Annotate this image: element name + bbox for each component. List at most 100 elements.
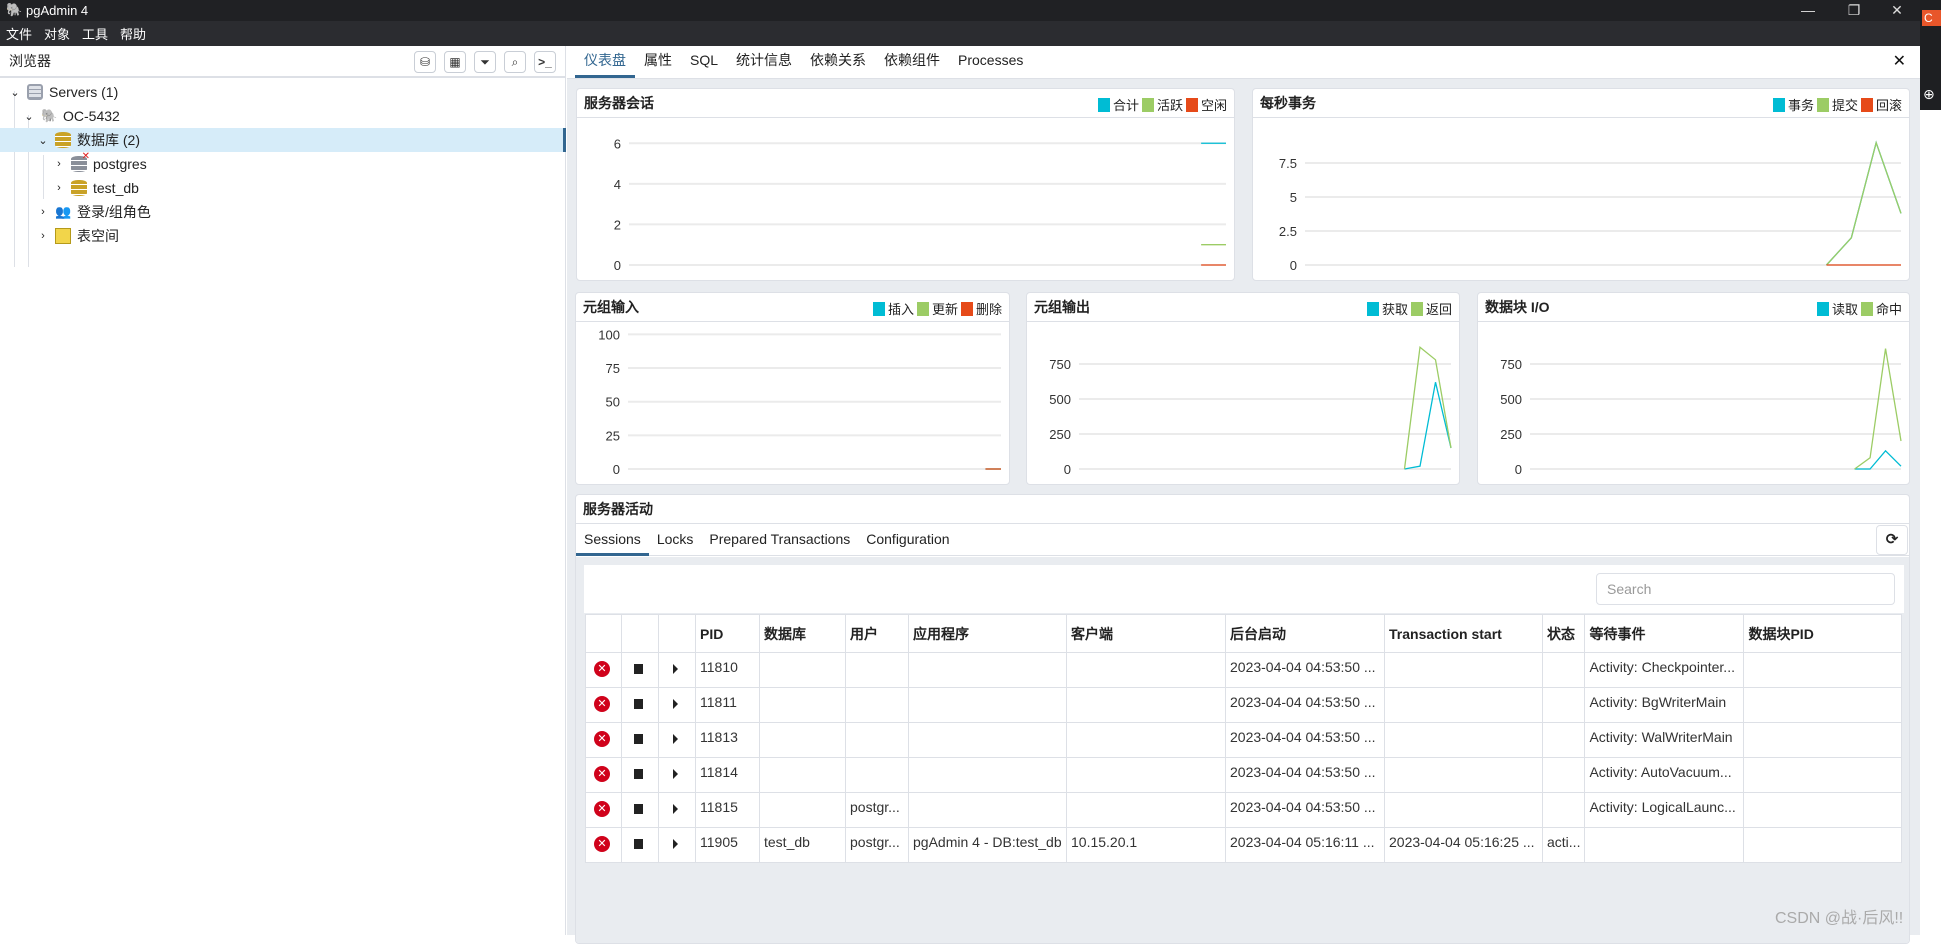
expand-row-icon[interactable]: [673, 839, 678, 849]
tree-item-tablespaces[interactable]: › 表空间: [0, 224, 566, 248]
table-cell: [845, 722, 909, 758]
y-tick-label: 0: [613, 462, 620, 477]
cancel-query-icon[interactable]: ✕: [594, 766, 610, 782]
column-header[interactable]: Transaction start: [1384, 614, 1543, 653]
chevron-right-icon[interactable]: ›: [52, 182, 66, 194]
series-line: [1826, 140, 1902, 266]
expand-row-icon[interactable]: [673, 664, 678, 674]
table-cell: postgr...: [845, 792, 909, 828]
tab-processes[interactable]: Processes: [949, 46, 1032, 79]
chevron-down-icon[interactable]: ⌄: [36, 134, 50, 147]
table-cell: [1743, 792, 1903, 828]
column-header[interactable]: [585, 614, 622, 653]
tab-prepared-transactions[interactable]: Prepared Transactions: [701, 524, 858, 556]
column-header[interactable]: 用户: [845, 614, 909, 653]
browser-panel: 浏览器 ⛁ ▦ ⏷ ⌕ >_ ⌄ Servers (1) ⌄ 🐘 OC-5432…: [0, 46, 566, 935]
column-header[interactable]: PID: [695, 614, 760, 653]
series-line: [1403, 345, 1452, 470]
psql-tool-icon[interactable]: >_: [534, 51, 556, 73]
database-disconnected-icon: ✕: [71, 151, 90, 172]
terminate-session-icon[interactable]: [634, 839, 643, 849]
tab-locks[interactable]: Locks: [649, 524, 702, 556]
legend-item: 删除: [975, 302, 1002, 317]
y-tick-label: 5: [1290, 190, 1297, 205]
title-bar: 🐘 pgAdmin 4 — ❐ ✕: [0, 0, 1920, 21]
table-cell: [1743, 827, 1903, 863]
menu-object[interactable]: 对象: [44, 24, 70, 43]
expand-row-icon[interactable]: [673, 804, 678, 814]
cancel-query-icon[interactable]: ✕: [594, 836, 610, 852]
tree-label: OC-5432: [63, 108, 120, 124]
search-input[interactable]: [1596, 573, 1895, 605]
column-header[interactable]: 客户端: [1066, 614, 1226, 653]
tree-item-servers[interactable]: ⌄ Servers (1): [0, 80, 566, 104]
chevron-down-icon[interactable]: ⌄: [8, 86, 22, 99]
y-tick-label: 750: [1500, 357, 1522, 372]
legend-item: 空闲: [1200, 98, 1227, 113]
expand-row-icon[interactable]: [673, 699, 678, 709]
chart-plot: 0 2.5 5 7.5: [1279, 140, 1902, 273]
close-window-button[interactable]: ✕: [1874, 0, 1920, 21]
table-cell: [908, 652, 1067, 688]
menu-help[interactable]: 帮助: [120, 24, 146, 43]
tab-properties[interactable]: 属性: [635, 46, 681, 79]
view-data-icon[interactable]: ▦: [444, 51, 466, 73]
table-cell: acti...: [1541, 827, 1586, 863]
column-header[interactable]: 等待事件: [1584, 614, 1745, 653]
server-activity-panel: 服务器活动 Sessions Locks Prepared Transactio…: [575, 494, 1910, 944]
activity-tabs: Sessions Locks Prepared Transactions Con…: [576, 524, 1909, 556]
minimize-button[interactable]: —: [1785, 0, 1831, 21]
cancel-query-icon[interactable]: ✕: [594, 731, 610, 747]
column-header[interactable]: 数据库: [759, 614, 846, 653]
tab-dashboard[interactable]: 仪表盘: [575, 46, 635, 79]
expand-row-icon[interactable]: [673, 734, 678, 744]
column-header[interactable]: 后台启动: [1225, 614, 1385, 653]
tab-dependencies[interactable]: 依赖关系: [801, 46, 875, 79]
tree-item-databases[interactable]: ⌄ 数据库 (2): [0, 128, 566, 152]
y-tick-label: 25: [606, 428, 620, 443]
tree-item-test-db[interactable]: › test_db: [0, 176, 566, 200]
refresh-icon[interactable]: ⟳: [1876, 525, 1908, 555]
search-objects-icon[interactable]: ⌕: [504, 51, 526, 73]
table-cell: 2023-04-04 05:16:11 ...: [1225, 827, 1385, 863]
menu-tools[interactable]: 工具: [82, 24, 108, 43]
query-tool-icon[interactable]: ⛁: [414, 51, 436, 73]
chart-plot: 0 2 4 6: [614, 136, 1226, 273]
terminate-session-icon[interactable]: [634, 664, 643, 674]
table-cell: 10.15.20.1: [1066, 827, 1226, 863]
expand-row-icon[interactable]: [673, 769, 678, 779]
filtered-rows-icon[interactable]: ⏷: [474, 51, 496, 73]
terminate-session-icon[interactable]: [634, 699, 643, 709]
tab-statistics[interactable]: 统计信息: [727, 46, 801, 79]
chevron-right-icon[interactable]: ›: [36, 230, 50, 242]
tab-sql[interactable]: SQL: [681, 46, 727, 79]
tree-item-postgres[interactable]: › ✕ postgres: [0, 151, 566, 176]
cancel-query-icon[interactable]: ✕: [594, 801, 610, 817]
terminate-session-icon[interactable]: [634, 769, 643, 779]
cancel-query-icon[interactable]: ✕: [594, 661, 610, 677]
column-header[interactable]: 状态: [1541, 614, 1586, 653]
chevron-right-icon[interactable]: ›: [52, 158, 66, 170]
column-header[interactable]: 数据块PID: [1743, 614, 1903, 653]
menu-file[interactable]: 文件: [6, 24, 32, 43]
y-tick-label: 75: [606, 361, 620, 376]
cancel-query-icon[interactable]: ✕: [594, 696, 610, 712]
y-tick-label: 6: [614, 136, 621, 151]
table-cell: [1384, 687, 1543, 723]
tree-item-server[interactable]: ⌄ 🐘 OC-5432: [0, 104, 566, 128]
maximize-button[interactable]: ❐: [1831, 0, 1877, 21]
chevron-down-icon[interactable]: ⌄: [22, 110, 36, 123]
chevron-right-icon[interactable]: ›: [36, 206, 50, 218]
tab-sessions[interactable]: Sessions: [576, 524, 649, 556]
terminate-session-icon[interactable]: [634, 804, 643, 814]
chart-legend: 获取 返回: [1364, 299, 1452, 318]
tab-configuration[interactable]: Configuration: [858, 524, 957, 556]
tab-dependents[interactable]: 依赖组件: [875, 46, 949, 79]
series-line: [1826, 140, 1902, 266]
tree-item-login-roles[interactable]: › 👥 登录/组角色: [0, 200, 566, 224]
column-header[interactable]: [658, 614, 696, 653]
close-tab-icon[interactable]: ✕: [1893, 51, 1906, 71]
column-header[interactable]: 应用程序: [908, 614, 1067, 653]
column-header[interactable]: [621, 614, 659, 653]
terminate-session-icon[interactable]: [634, 734, 643, 744]
